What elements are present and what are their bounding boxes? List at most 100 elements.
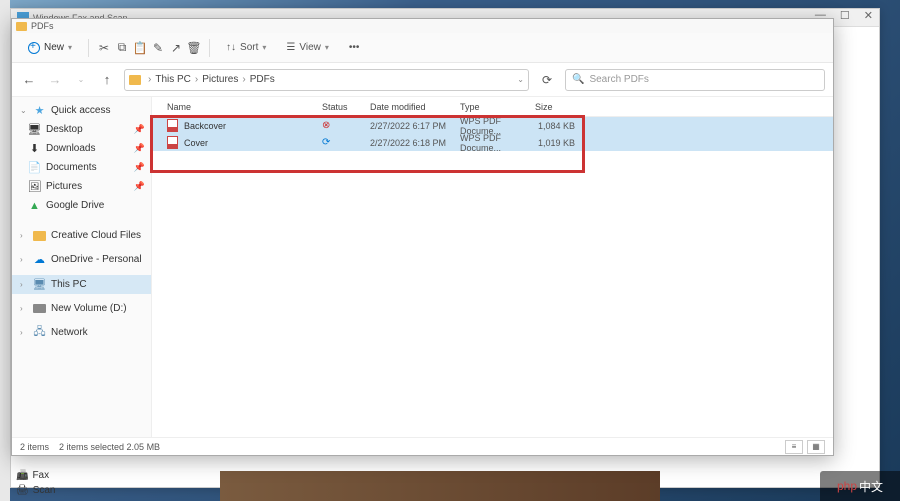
forward-button[interactable]: → bbox=[46, 71, 64, 89]
desktop-icon: 🖥 bbox=[28, 123, 41, 136]
share-icon[interactable]: ↗ bbox=[169, 41, 183, 55]
close-icon[interactable]: ✕ bbox=[864, 9, 873, 22]
item-count: 2 items bbox=[20, 442, 49, 452]
copy-icon[interactable]: ⧉ bbox=[115, 41, 129, 55]
refresh-button[interactable]: ⟳ bbox=[537, 73, 557, 87]
sidebar-label: OneDrive - Personal bbox=[51, 254, 142, 265]
pin-icon: 📌 bbox=[134, 181, 145, 192]
file-name: Cover bbox=[184, 138, 322, 148]
drive-icon bbox=[33, 304, 46, 313]
chevron-right-icon: › bbox=[20, 304, 28, 313]
column-headers[interactable]: Name Status Date modified Type Size bbox=[152, 97, 833, 117]
scan-nav-item[interactable]: 🖨 Scan bbox=[10, 483, 210, 498]
sync-status-icon: ⟳ bbox=[322, 137, 330, 148]
chevron-right-icon: › bbox=[20, 328, 28, 337]
file-size: 1,019 KB bbox=[535, 138, 585, 148]
up-button[interactable]: ↑ bbox=[98, 71, 116, 89]
thumbnails-view-button[interactable]: ▦ bbox=[807, 440, 825, 454]
search-icon: 🔍 bbox=[572, 74, 584, 85]
sidebar-item-gdrive[interactable]: ▲ Google Drive bbox=[12, 196, 151, 215]
chevron-right-icon: › bbox=[20, 280, 28, 289]
pin-icon: 📌 bbox=[134, 162, 145, 173]
fax-label: Fax bbox=[32, 470, 49, 481]
error-status-icon: ⊗ bbox=[322, 120, 330, 131]
file-row[interactable]: Cover ⟳ 2/27/2022 6:18 PM WPS PDF Docume… bbox=[152, 134, 833, 151]
chevron-right-icon: › bbox=[146, 74, 153, 85]
file-status: ⊗ bbox=[322, 120, 370, 131]
explorer-toolbar: New ▾ ✂ ⧉ 📋 ✎ ↗ 🗑 ↑↓ Sort ▾ ☰ View ▾ ••• bbox=[12, 33, 833, 63]
sidebar-label: Google Drive bbox=[46, 200, 104, 211]
watermark: php php 中文中文 bbox=[820, 471, 900, 501]
sort-label: Sort bbox=[240, 42, 258, 53]
dl-icon: ⬇ bbox=[28, 142, 41, 155]
paste-icon[interactable]: 📋 bbox=[133, 41, 147, 55]
sidebar-item-doc[interactable]: 📄 Documents 📌 bbox=[12, 158, 151, 177]
maximize-icon[interactable]: ☐ bbox=[840, 9, 850, 22]
network-icon: 🖧 bbox=[33, 326, 46, 339]
selection-info: 2 items selected 2.05 MB bbox=[59, 442, 160, 452]
sidebar-label: Downloads bbox=[46, 143, 95, 154]
file-row[interactable]: Backcover ⊗ 2/27/2022 6:17 PM WPS PDF Do… bbox=[152, 117, 833, 134]
sidebar-quick-access[interactable]: ⌄ ★ Quick access bbox=[12, 101, 151, 120]
delete-icon[interactable]: 🗑 bbox=[187, 41, 201, 55]
file-type: WPS PDF Docume... bbox=[460, 133, 535, 153]
pin-icon: 📌 bbox=[134, 124, 145, 135]
address-bar[interactable]: › This PC › Pictures › PDFs ⌄ bbox=[124, 69, 529, 91]
view-button[interactable]: ☰ View ▾ bbox=[278, 38, 336, 57]
chevron-right-icon: › bbox=[240, 74, 247, 85]
file-list-area: Name Status Date modified Type Size Back… bbox=[152, 97, 833, 437]
breadcrumb-item[interactable]: Pictures bbox=[202, 74, 238, 85]
star-icon: ★ bbox=[33, 104, 46, 117]
col-size[interactable]: Size bbox=[535, 102, 585, 112]
sort-button[interactable]: ↑↓ Sort ▾ bbox=[218, 38, 274, 57]
back-button[interactable]: ← bbox=[20, 71, 38, 89]
toolbar-separator bbox=[209, 39, 210, 57]
col-status[interactable]: Status bbox=[322, 102, 370, 112]
chevron-down-icon: ▾ bbox=[325, 43, 329, 52]
folder-icon bbox=[33, 231, 46, 241]
toolbar-separator bbox=[88, 39, 89, 57]
new-button[interactable]: New ▾ bbox=[20, 38, 80, 58]
explorer-sidebar: ⌄ ★ Quick access 🖥 Desktop📌 ⬇ Downloads 📌… bbox=[12, 97, 152, 437]
sidebar-group-pc[interactable]: › 🖥 This PC bbox=[12, 275, 151, 294]
search-input[interactable]: 🔍 Search PDFs bbox=[565, 69, 825, 91]
more-button[interactable]: ••• bbox=[341, 38, 368, 57]
col-date[interactable]: Date modified bbox=[370, 102, 460, 112]
breadcrumb-item[interactable]: PDFs bbox=[250, 74, 275, 85]
explorer-navbar: ← → ⌄ ↑ › This PC › Pictures › PDFs ⌄ ⟳ … bbox=[12, 63, 833, 97]
plus-icon bbox=[28, 42, 40, 54]
sidebar-item-desktop[interactable]: 🖥 Desktop📌 bbox=[12, 120, 151, 139]
chevron-down-icon: ▾ bbox=[262, 43, 266, 52]
explorer-titlebar[interactable]: PDFs bbox=[12, 19, 833, 33]
sidebar-group-folder[interactable]: › Creative Cloud Files bbox=[12, 227, 151, 244]
sidebar-label: Creative Cloud Files bbox=[51, 230, 141, 241]
chevron-down-icon[interactable]: ⌄ bbox=[517, 75, 524, 84]
sidebar-label: New Volume (D:) bbox=[51, 303, 127, 314]
doc-icon: 📄 bbox=[28, 161, 41, 174]
sidebar-label: Pictures bbox=[46, 181, 82, 192]
sidebar-label: This PC bbox=[51, 279, 87, 290]
rename-icon[interactable]: ✎ bbox=[151, 41, 165, 55]
explorer-body: ⌄ ★ Quick access 🖥 Desktop📌 ⬇ Downloads 📌… bbox=[12, 97, 833, 437]
sidebar-item-dl[interactable]: ⬇ Downloads 📌 bbox=[12, 139, 151, 158]
sidebar-group-drive[interactable]: › New Volume (D:) bbox=[12, 300, 151, 317]
sidebar-group-network[interactable]: › 🖧 Network bbox=[12, 323, 151, 342]
pin-icon: 📌 bbox=[134, 143, 145, 154]
file-date: 2/27/2022 6:17 PM bbox=[370, 121, 460, 131]
chevron-right-icon: › bbox=[20, 255, 28, 264]
details-view-button[interactable]: ≡ bbox=[785, 440, 803, 454]
pc-icon: 🖥 bbox=[33, 278, 46, 291]
sidebar-group-onedrive[interactable]: › ☁ OneDrive - Personal bbox=[12, 250, 151, 269]
recent-dropdown[interactable]: ⌄ bbox=[72, 71, 90, 89]
explorer-title: PDFs bbox=[31, 21, 54, 31]
col-type[interactable]: Type bbox=[460, 102, 535, 112]
status-bar: 2 items 2 items selected 2.05 MB ≡ ▦ bbox=[12, 437, 833, 455]
fax-nav-item[interactable]: 📠 Fax bbox=[10, 468, 210, 483]
breadcrumb-item[interactable]: This PC bbox=[155, 74, 191, 85]
cut-icon[interactable]: ✂ bbox=[97, 41, 111, 55]
sidebar-label: Documents bbox=[46, 162, 97, 173]
scan-label: Scan bbox=[33, 485, 56, 496]
col-name[interactable]: Name bbox=[167, 102, 322, 112]
file-status: ⟳ bbox=[322, 137, 370, 148]
sidebar-item-pic[interactable]: 🖼 Pictures📌 bbox=[12, 177, 151, 196]
